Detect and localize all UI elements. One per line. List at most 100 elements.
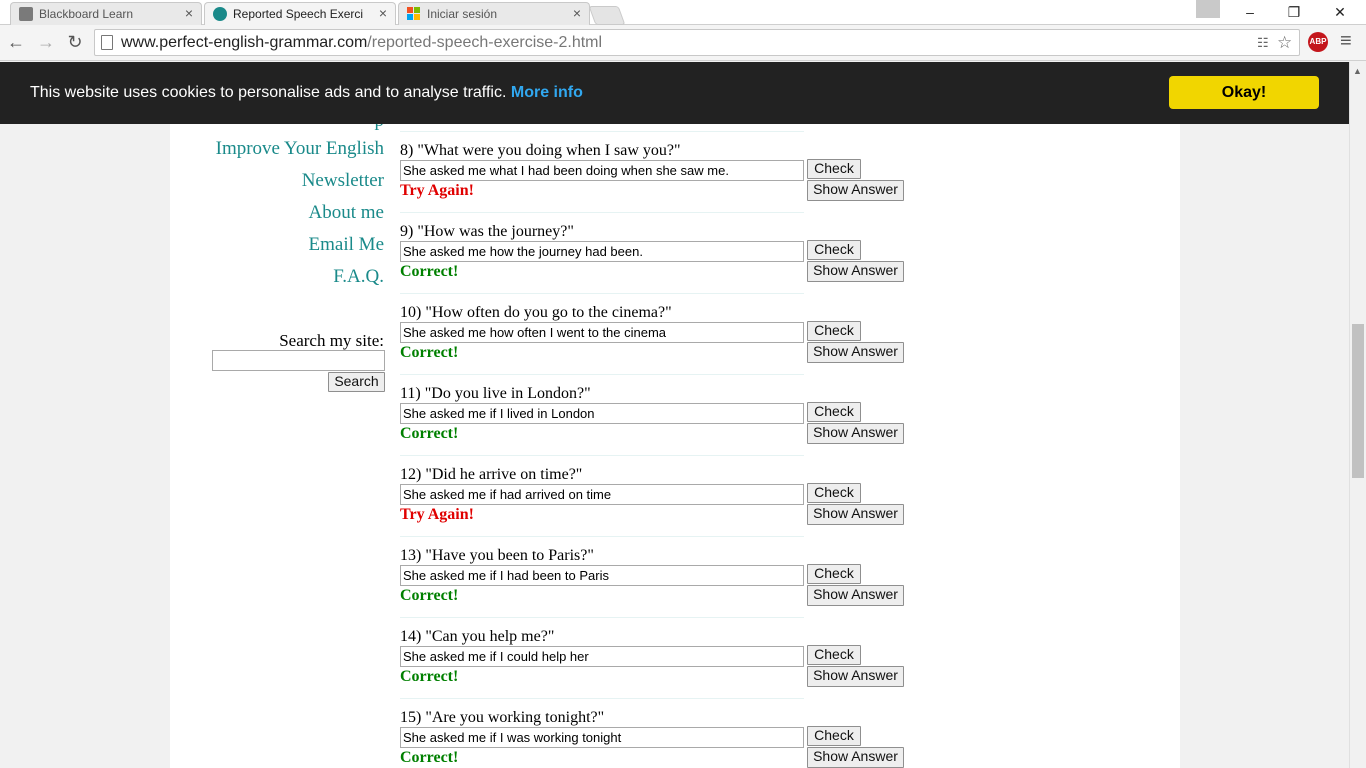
sidebar-link-faq[interactable]: F.A.Q. <box>333 266 384 288</box>
check-button[interactable]: Check <box>807 159 861 179</box>
forward-icon[interactable]: → <box>34 30 58 54</box>
question-prompt: 15) "Are you working tonight?" <box>400 709 605 726</box>
okay-button[interactable]: Okay! <box>1169 76 1319 109</box>
search-label: Search my site: <box>279 331 384 350</box>
search-button[interactable]: Search <box>328 372 385 392</box>
result-label: Correct! <box>400 425 459 442</box>
result-label: Correct! <box>400 749 459 766</box>
cookie-banner: This website uses cookies to personalise… <box>0 62 1366 124</box>
search-input[interactable] <box>212 350 385 371</box>
answer-input[interactable]: She asked me if I could help her <box>400 646 804 667</box>
minimize-icon[interactable]: – <box>1228 0 1272 25</box>
sidebar-link-email[interactable]: Email Me <box>309 234 384 256</box>
check-button[interactable]: Check <box>807 726 861 746</box>
result-label: Correct! <box>400 344 459 361</box>
question-prompt: 13) "Have you been to Paris?" <box>400 547 594 564</box>
result-label: Correct! <box>400 668 459 685</box>
cookie-text: This website uses cookies to personalise… <box>30 84 507 101</box>
translate-icon[interactable]: ☷ <box>1257 35 1269 51</box>
scrollbar-thumb[interactable] <box>1352 324 1364 478</box>
answer-input[interactable]: She asked me what I had been doing when … <box>400 160 804 181</box>
separator <box>400 617 804 618</box>
question-item: 9) "How was the journey?" She asked me ho… <box>400 212 920 293</box>
tab-iniciar-sesion[interactable]: Iniciar sesión × <box>398 2 590 25</box>
result-label: Correct! <box>400 263 459 280</box>
sidebar-link-partial[interactable]: p <box>375 124 385 132</box>
menu-icon[interactable]: ≡ <box>1340 30 1352 53</box>
result-label: Try Again! <box>400 182 474 199</box>
close-icon[interactable]: × <box>185 5 193 21</box>
answer-input[interactable]: She asked me how often I went to the cin… <box>400 322 804 343</box>
show-answer-button[interactable]: Show Answer <box>807 585 904 606</box>
question-item: 10) "How often do you go to the cinema?"… <box>400 293 920 374</box>
show-answer-button[interactable]: Show Answer <box>807 342 904 363</box>
question-prompt: 8) "What were you doing when I saw you?" <box>400 142 681 159</box>
separator <box>400 374 804 375</box>
check-button[interactable]: Check <box>807 564 861 584</box>
show-answer-button[interactable]: Show Answer <box>807 261 904 282</box>
question-prompt: 14) "Can you help me?" <box>400 628 555 645</box>
close-icon[interactable]: × <box>573 5 581 21</box>
answer-input[interactable]: She asked me if had arrived on time <box>400 484 804 505</box>
answer-input[interactable]: She asked me if I was working tonight <box>400 727 804 748</box>
browser-toolbar: ← → ↻ www.perfect-english-grammar.com/re… <box>0 25 1366 61</box>
separator <box>400 455 804 456</box>
show-answer-button[interactable]: Show Answer <box>807 180 904 201</box>
tab-title: Blackboard Learn <box>39 7 134 21</box>
question-item: 8) "What were you doing when I saw you?"… <box>400 131 920 212</box>
check-button[interactable]: Check <box>807 321 861 341</box>
question-item: 14) "Can you help me?" She asked me if I … <box>400 617 920 698</box>
tab-title: Reported Speech Exercise <box>233 7 363 21</box>
check-button[interactable]: Check <box>807 483 861 503</box>
page-icon <box>101 35 113 50</box>
show-answer-button[interactable]: Show Answer <box>807 747 904 768</box>
adblock-icon[interactable]: ABP <box>1308 32 1328 52</box>
url-text: www.perfect-english-grammar.com/reported… <box>121 34 603 51</box>
separator <box>400 698 804 699</box>
question-prompt: 10) "How often do you go to the cinema?" <box>400 304 672 321</box>
back-icon[interactable]: ← <box>4 30 28 54</box>
answer-input[interactable]: She asked me how the journey had been. <box>400 241 804 262</box>
restore-icon[interactable]: ❐ <box>1272 0 1316 25</box>
question-prompt: 11) "Do you live in London?" <box>400 385 591 402</box>
page-scrollbar[interactable]: ▲ <box>1349 62 1366 768</box>
answer-input[interactable]: She asked me if I had been to Paris <box>400 565 804 586</box>
scroll-up-icon[interactable]: ▲ <box>1353 66 1362 76</box>
tab-reported-speech[interactable]: Reported Speech Exercise × <box>204 2 396 25</box>
pg-icon <box>213 7 227 21</box>
separator <box>400 212 804 213</box>
check-button[interactable]: Check <box>807 645 861 665</box>
sidebar-link-about[interactable]: About me <box>309 202 384 224</box>
question-item: 11) "Do you live in London?" She asked me… <box>400 374 920 455</box>
question-item: 12) "Did he arrive on time?" She asked me… <box>400 455 920 536</box>
address-bar[interactable]: www.perfect-english-grammar.com/reported… <box>94 29 1300 56</box>
show-answer-button[interactable]: Show Answer <box>807 504 904 525</box>
more-info-link[interactable]: More info <box>511 84 583 101</box>
tab-blackboard[interactable]: Blackboard Learn × <box>10 2 202 25</box>
microsoft-icon <box>407 7 421 21</box>
result-label: Try Again! <box>400 506 474 523</box>
check-button[interactable]: Check <box>807 240 861 260</box>
question-prompt: 12) "Did he arrive on time?" <box>400 466 583 483</box>
show-answer-button[interactable]: Show Answer <box>807 423 904 444</box>
browser-tab-bar: Blackboard Learn × Reported Speech Exerc… <box>0 0 1366 25</box>
question-item: 13) "Have you been to Paris?" She asked m… <box>400 536 920 617</box>
cookie-message: This website uses cookies to personalise… <box>30 84 583 102</box>
check-button[interactable]: Check <box>807 402 861 422</box>
result-label: Correct! <box>400 587 459 604</box>
separator <box>400 131 804 132</box>
tab-title: Iniciar sesión <box>427 7 498 21</box>
window-close-icon[interactable]: ✕ <box>1318 0 1362 25</box>
sidebar-link-newsletter[interactable]: Newsletter <box>302 170 384 192</box>
profile-icon[interactable] <box>1196 0 1220 18</box>
answer-input[interactable]: She asked me if I lived in London <box>400 403 804 424</box>
close-icon[interactable]: × <box>379 5 387 21</box>
separator <box>400 536 804 537</box>
star-icon[interactable]: ☆ <box>1277 33 1292 53</box>
new-tab-button[interactable] <box>588 6 626 25</box>
question-prompt: 9) "How was the journey?" <box>400 223 574 240</box>
reload-icon[interactable]: ↻ <box>63 30 87 54</box>
page-content: p Improve Your English Newsletter About … <box>170 124 1180 768</box>
show-answer-button[interactable]: Show Answer <box>807 666 904 687</box>
sidebar-link-improve[interactable]: Improve Your English <box>216 138 384 160</box>
